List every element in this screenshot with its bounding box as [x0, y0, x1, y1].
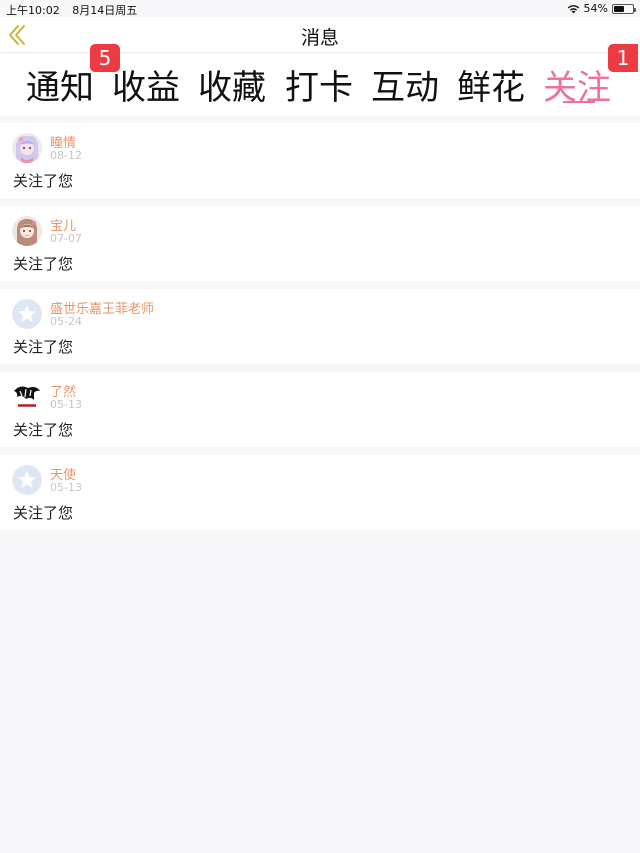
follow-message: 关注了您	[13, 421, 74, 439]
tab-checkin[interactable]: 打卡	[285, 60, 353, 109]
list-item[interactable]: 了然 05-13 关注了您	[0, 372, 640, 447]
list-item[interactable]: 天使 05-13 关注了您	[0, 455, 640, 530]
follow-message: 关注了您	[13, 504, 74, 522]
battery-icon	[612, 3, 636, 14]
list-item[interactable]: 瞳情 08-12 关注了您	[0, 123, 640, 198]
status-left: 上午10:02 8月14日周五	[6, 2, 146, 18]
battery-fill	[614, 5, 624, 12]
follow-date: 08-12	[50, 149, 82, 162]
wifi-icon	[567, 4, 579, 13]
tab-notify[interactable]: 通知	[26, 60, 94, 109]
tab-interact[interactable]: 互动	[371, 60, 439, 109]
notify-badge: 5	[90, 44, 120, 72]
follow-date: 07-07	[50, 232, 82, 245]
default-star-avatar[interactable]	[12, 465, 42, 495]
follow-message: 关注了您	[13, 255, 74, 273]
default-star-avatar[interactable]	[12, 299, 42, 329]
girl-avatar[interactable]	[12, 216, 42, 246]
follow-date: 05-24	[50, 315, 82, 328]
follow-badge: 1	[608, 44, 638, 72]
tab-flower[interactable]: 鲜花	[457, 60, 525, 109]
active-tab-indicator	[563, 101, 595, 103]
follow-date: 05-13	[50, 481, 82, 494]
list-item[interactable]: 盛世乐嘉王菲老师 05-24 关注了您	[0, 289, 640, 364]
list-item[interactable]: 宝儿 07-07 关注了您	[0, 206, 640, 281]
ink-logo-avatar[interactable]	[12, 382, 42, 412]
follow-message: 关注了您	[13, 172, 74, 190]
tab-income[interactable]: 收益	[112, 60, 180, 109]
anime-girl-avatar[interactable]	[12, 133, 42, 163]
follow-date: 05-13	[50, 398, 82, 411]
status-bar: 上午10:02 8月14日周五 54%	[0, 0, 640, 17]
tab-favorite[interactable]: 收藏	[198, 60, 266, 109]
status-date: 8月14日周五	[72, 4, 138, 17]
status-time: 上午10:02	[6, 4, 60, 17]
battery-percent: 54%	[583, 2, 608, 15]
status-right: 54%	[567, 2, 636, 15]
follow-message: 关注了您	[13, 338, 74, 356]
